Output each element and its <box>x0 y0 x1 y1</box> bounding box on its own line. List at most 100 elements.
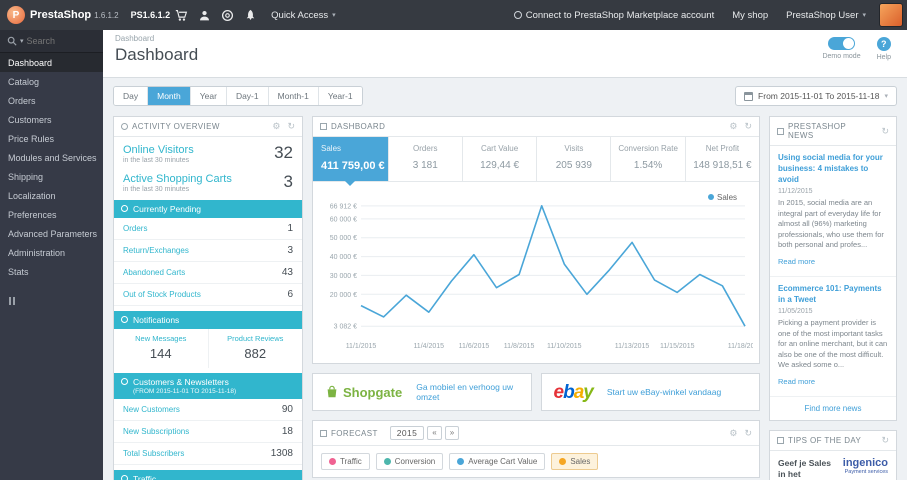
kpi-label: Net Profit <box>705 144 740 153</box>
sidebar-item-localization[interactable]: Localization <box>0 186 103 205</box>
pending-label[interactable]: Abandoned Carts <box>123 268 185 277</box>
forecast-legend-sales[interactable]: Sales <box>551 453 599 470</box>
range-month-1[interactable]: Month-1 <box>268 87 319 105</box>
read-more-link[interactable]: Read more <box>778 377 815 386</box>
kpi-visits[interactable]: Visits 205 939 <box>537 137 612 181</box>
notification-columns: New Messages 144 Product Reviews 882 <box>114 329 302 368</box>
my-shop-link[interactable]: My shop <box>723 0 777 30</box>
next-year-button[interactable]: » <box>444 426 460 440</box>
demo-mode-toggle[interactable]: Demo mode <box>822 37 861 60</box>
customers-label[interactable]: New Subscriptions <box>123 427 189 436</box>
read-more-link[interactable]: Read more <box>778 257 815 266</box>
range-day[interactable]: Day <box>114 87 149 105</box>
customers-label[interactable]: New Customers <box>123 405 180 414</box>
sidebar-item-preferences[interactable]: Preferences <box>0 205 103 224</box>
rocket-icon[interactable] <box>239 0 262 30</box>
sidebar-item-orders[interactable]: Orders <box>0 91 103 110</box>
pending-label[interactable]: Return/Exchanges <box>123 246 189 255</box>
forecast-legend-conversion[interactable]: Conversion <box>375 453 444 470</box>
pending-value: 6 <box>287 289 293 300</box>
avatar[interactable] <box>879 3 903 27</box>
support-icon[interactable] <box>216 0 239 30</box>
refresh-icon[interactable]: ↻ <box>287 122 295 131</box>
svg-text:11/6/2015: 11/6/2015 <box>459 343 490 350</box>
ebay-link[interactable]: Start uw eBay-winkel vandaag <box>607 387 721 397</box>
news-title-link[interactable]: Using social media for your business: 4 … <box>778 153 888 185</box>
sidebar-item-modules-and-services[interactable]: Modules and Services <box>0 148 103 167</box>
user-menu[interactable]: PrestaShop User ▾ <box>777 0 875 30</box>
range-month[interactable]: Month <box>148 87 191 105</box>
svg-text:40 000 €: 40 000 € <box>330 254 357 261</box>
kpi-sales[interactable]: Sales 411 759,00 € <box>313 137 389 186</box>
svg-text:11/4/2015: 11/4/2015 <box>413 343 444 350</box>
kpi-label: Orders <box>413 144 438 153</box>
gear-icon[interactable]: ⚙ <box>272 122 280 131</box>
help-icon[interactable]: ? <box>876 37 891 51</box>
customer-icon[interactable] <box>193 0 216 30</box>
svg-text:11/1/2015: 11/1/2015 <box>346 343 377 350</box>
kpi-orders[interactable]: Orders 3 181 <box>389 137 463 181</box>
ebay-logo[interactable]: ebay <box>554 383 594 402</box>
range-day-1[interactable]: Day-1 <box>226 87 269 105</box>
sidebar-item-shipping[interactable]: Shipping <box>0 167 103 186</box>
svg-text:11/10/2015: 11/10/2015 <box>547 343 582 350</box>
breadcrumb[interactable]: Dashboard <box>115 34 895 43</box>
refresh-icon[interactable]: ↻ <box>881 435 889 445</box>
sidebar-item-dashboard[interactable]: Dashboard <box>0 53 103 72</box>
online-visitors-stat: Online Visitors in the last 30 minutes 3… <box>114 137 302 166</box>
brand-name: PrestaShop <box>30 9 92 21</box>
svg-text:11/18/2015: 11/18/2015 <box>728 343 753 350</box>
refresh-icon[interactable]: ↻ <box>744 428 752 438</box>
customers-row: New Customers 90 <box>114 399 302 421</box>
cart-icon[interactable] <box>170 0 193 30</box>
sidebar-item-catalog[interactable]: Catalog <box>0 72 103 91</box>
sidebar-collapse-button[interactable] <box>9 297 94 305</box>
sidebar-item-customers[interactable]: Customers <box>0 110 103 129</box>
news-title-link[interactable]: Ecommerce 101: Payments in a Tweet <box>778 284 888 306</box>
refresh-icon[interactable]: ↻ <box>744 122 752 131</box>
help-button[interactable]: ? Help <box>877 37 891 61</box>
refresh-icon[interactable]: ↻ <box>881 126 889 136</box>
forecast-legend-average-cart-value[interactable]: Average Cart Value <box>449 453 546 470</box>
pending-label[interactable]: Out of Stock Products <box>123 290 201 299</box>
kpi-cart-value[interactable]: Cart Value 129,44 € <box>463 137 538 181</box>
find-more-news-link[interactable]: Find more news <box>770 397 896 420</box>
pending-section-bar: Currently Pending <box>114 200 302 218</box>
sidebar-item-advanced-parameters[interactable]: Advanced Parameters <box>0 224 103 243</box>
notification-label: New Messages <box>135 334 187 343</box>
pending-label[interactable]: Orders <box>123 224 147 233</box>
gear-icon[interactable]: ⚙ <box>729 428 737 438</box>
forecast-legend-traffic[interactable]: Traffic <box>321 453 370 470</box>
date-range-button[interactable]: From 2015-11-01 To 2015-11-18 ▾ <box>735 86 897 106</box>
active-carts-link[interactable]: Active Shopping Carts <box>123 173 293 185</box>
kpi-net-profit[interactable]: Net Profit 148 918,51 € <box>686 137 759 181</box>
customers-label[interactable]: Total Subscribers <box>123 449 184 458</box>
sales-chart: 66 912 € 60 000 € 50 000 € 40 000 € 30 000 €… <box>330 193 763 350</box>
forecast-controls: 2015 « » <box>389 426 460 440</box>
kpi-value: 411 759,00 € <box>321 160 385 172</box>
sidebar-item-administration[interactable]: Administration <box>0 243 103 262</box>
notification-new-messages[interactable]: New Messages 144 <box>114 329 209 368</box>
prev-year-button[interactable]: « <box>427 426 442 440</box>
prestashop-logo-icon[interactable]: P <box>7 6 25 24</box>
pending-row: Abandoned Carts 43 <box>114 262 302 284</box>
online-visitors-link[interactable]: Online Visitors <box>123 144 293 156</box>
user-name-label: PrestaShop User <box>786 9 859 21</box>
sidebar-item-stats[interactable]: Stats <box>0 262 103 281</box>
toggle-on-icon[interactable] <box>828 37 856 50</box>
shopgate-link[interactable]: Ga mobiel en verhoog uw omzet <box>416 382 518 402</box>
shopgate-logo[interactable]: Shopgate <box>325 385 402 400</box>
search-input[interactable] <box>26 36 77 46</box>
search-scope-caret-icon[interactable]: ▾ <box>20 37 24 45</box>
range-year-1[interactable]: Year-1 <box>318 87 362 105</box>
marketplace-link[interactable]: Connect to PrestaShop Marketplace accoun… <box>505 0 724 30</box>
kpi-conversion-rate[interactable]: Conversion Rate 1.54% <box>611 137 686 181</box>
gear-icon[interactable]: ⚙ <box>729 122 737 131</box>
sidebar-search[interactable]: ▾ <box>0 30 103 53</box>
forecast-year-select[interactable]: 2015 <box>389 426 425 440</box>
notification-product-reviews[interactable]: Product Reviews 882 <box>209 329 303 368</box>
quick-access-menu[interactable]: Quick Access ▾ <box>262 0 345 30</box>
range-year[interactable]: Year <box>190 87 227 105</box>
sidebar-item-price-rules[interactable]: Price Rules <box>0 129 103 148</box>
kpi-label: Cart Value <box>480 144 519 153</box>
